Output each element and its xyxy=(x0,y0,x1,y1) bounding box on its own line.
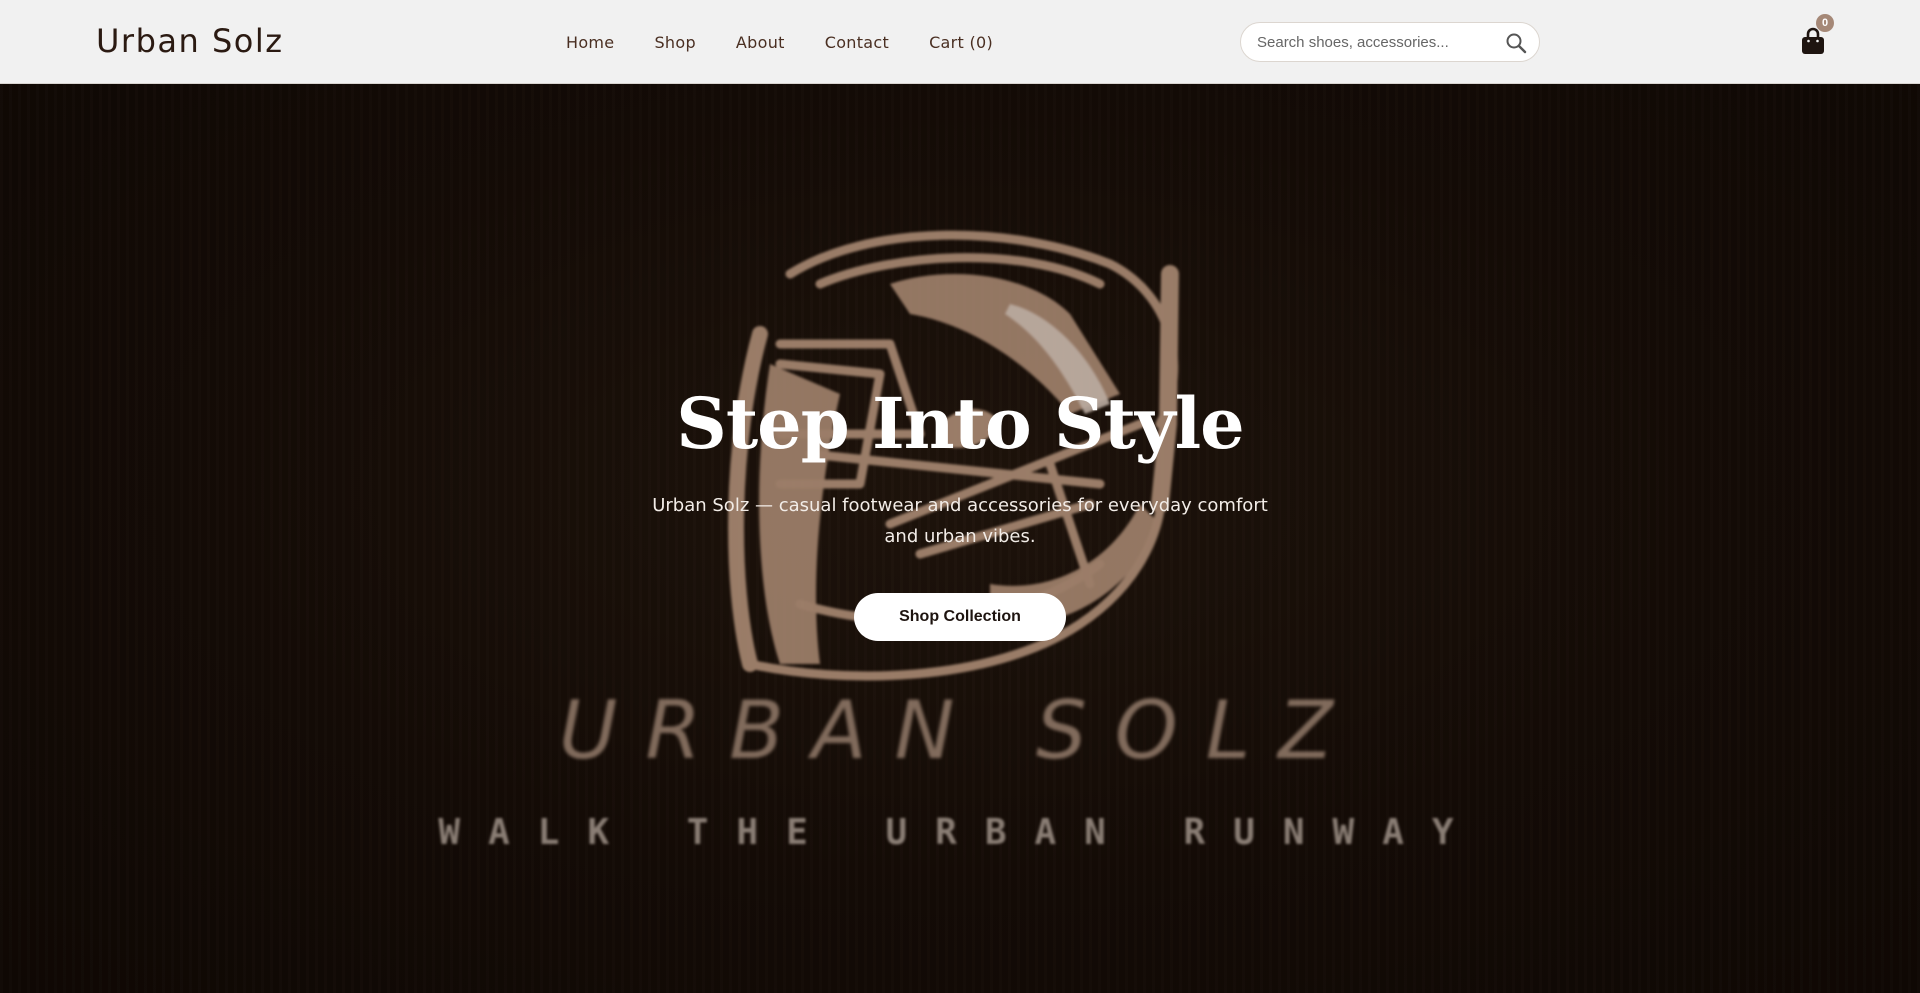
nav-contact[interactable]: Contact xyxy=(825,33,889,52)
nav-about[interactable]: About xyxy=(736,33,785,52)
hero-subtitle: Urban Solz — casual footwear and accesso… xyxy=(652,495,1268,547)
shop-collection-button[interactable]: Shop Collection xyxy=(854,593,1066,641)
brand-logo[interactable]: Urban Solz xyxy=(96,20,284,62)
nav-cart[interactable]: Cart (0) xyxy=(929,33,993,52)
nav-shop[interactable]: Shop xyxy=(654,33,695,52)
logo-tagline: WALK THE URBAN RUNWAY xyxy=(438,812,1482,853)
main-nav: Home Shop About Contact Cart (0) xyxy=(566,0,993,84)
hero-title: Step Into Style xyxy=(676,382,1244,465)
site-header: Urban Solz Home Shop About Contact Cart … xyxy=(0,0,1920,84)
cart-count-badge: 0 xyxy=(1816,14,1834,32)
search-input[interactable] xyxy=(1255,23,1495,61)
hero-banner: URBAN SOLZ WALK THE URBAN RUNWAY Step In… xyxy=(0,84,1920,993)
logo-wordmark: URBAN SOLZ xyxy=(558,684,1362,777)
nav-home[interactable]: Home xyxy=(566,33,614,52)
search-box xyxy=(1240,22,1540,62)
search-icon[interactable] xyxy=(1505,32,1527,54)
